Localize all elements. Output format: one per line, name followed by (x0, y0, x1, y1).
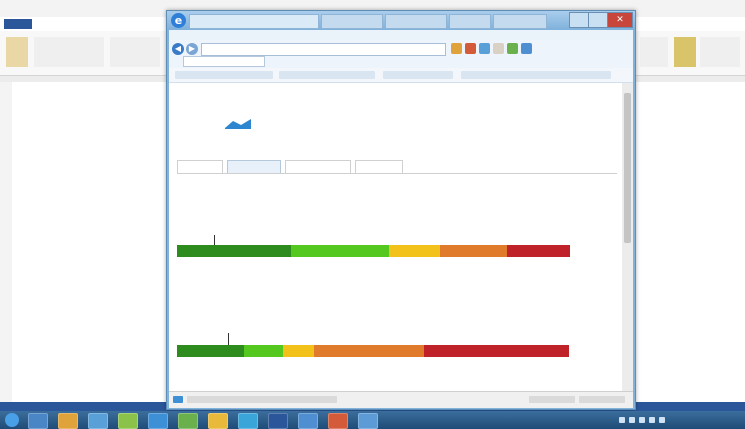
favorites-item[interactable] (175, 71, 273, 79)
scale-segment (314, 345, 424, 357)
word-tab[interactable] (680, 19, 720, 29)
forward-icon[interactable]: ▶ (186, 43, 198, 55)
ribbon-group (700, 37, 740, 67)
site-logo[interactable] (177, 103, 251, 133)
browser-tab[interactable] (189, 14, 319, 29)
close-button[interactable]: ✕ (607, 12, 633, 28)
scale-segment (440, 245, 507, 257)
scale-segment (283, 345, 314, 357)
risk-scale-bar (177, 345, 569, 357)
start-button[interactable] (5, 413, 19, 427)
scale-segment (244, 345, 283, 357)
browser-menu-bar (169, 30, 633, 40)
word-tab[interactable] (78, 19, 108, 29)
scale-segment (177, 345, 244, 357)
ribbon-icon[interactable] (674, 37, 696, 67)
browser-tab[interactable] (449, 14, 491, 29)
scale-marker (228, 333, 229, 345)
address-bar[interactable] (201, 43, 446, 56)
home-icon[interactable] (451, 43, 462, 54)
section-description (177, 315, 537, 323)
browser-tab[interactable] (493, 14, 547, 29)
paste-icon[interactable] (6, 37, 28, 67)
intro-text (177, 187, 477, 195)
zoom-control[interactable] (579, 396, 625, 403)
status-zone (529, 396, 575, 403)
word-icon[interactable] (268, 413, 288, 429)
word-tab[interactable] (116, 19, 154, 29)
browser-tab[interactable] (321, 14, 383, 29)
tray-icon[interactable] (659, 417, 665, 423)
font-group (110, 37, 160, 67)
page-tab-active[interactable] (227, 160, 281, 173)
tray-icon[interactable] (619, 417, 625, 423)
favorites-item[interactable] (461, 71, 611, 79)
risk-scale-bar (177, 245, 570, 257)
favorites-item[interactable] (383, 71, 453, 79)
favorites-item[interactable] (279, 71, 375, 79)
web-page (169, 83, 622, 391)
scale-segment (413, 245, 440, 257)
app-icon[interactable] (328, 413, 348, 429)
folder-icon[interactable] (208, 413, 228, 429)
scale-segment (507, 245, 570, 257)
scale-marker (214, 235, 215, 245)
page-tab[interactable] (285, 160, 351, 173)
back-icon[interactable]: ◀ (172, 43, 184, 55)
browser-title-bar: e ✕ (167, 11, 635, 30)
scrollbar-thumb[interactable] (624, 93, 631, 243)
tools-icon[interactable] (521, 43, 532, 54)
search-input[interactable] (183, 56, 265, 67)
system-tray (619, 414, 739, 426)
scale-segment (389, 245, 413, 257)
ribbon-group (640, 37, 668, 67)
page-tab[interactable] (355, 160, 403, 173)
word-tab[interactable] (640, 19, 670, 29)
page-scrollbar[interactable] (622, 83, 633, 391)
mail-icon[interactable] (493, 43, 504, 54)
browser-icon[interactable] (148, 413, 168, 429)
tray-icon[interactable] (649, 417, 655, 423)
browser-tab[interactable] (385, 14, 447, 29)
app-icon[interactable] (178, 413, 198, 429)
maximize-button[interactable] (588, 12, 608, 28)
favorites-icon[interactable] (465, 43, 476, 54)
minimize-button[interactable] (569, 12, 589, 28)
page-tab[interactable] (177, 160, 223, 173)
app-icon[interactable] (118, 413, 138, 429)
print-icon[interactable] (507, 43, 518, 54)
status-text (187, 396, 337, 403)
browser-window: e ✕ ◀ ▶ (166, 10, 636, 410)
scale-segment (291, 245, 389, 257)
page-tab-bar (177, 159, 617, 174)
status-icon (173, 396, 183, 403)
favorites-bar (169, 68, 633, 83)
media-player-icon[interactable] (58, 413, 78, 429)
logo-wave-icon (225, 119, 251, 129)
app-icon[interactable] (238, 413, 258, 429)
browser-status-bar (169, 391, 633, 408)
windows-taskbar (0, 411, 745, 429)
app-icon[interactable] (298, 413, 318, 429)
app-icon[interactable] (358, 413, 378, 429)
browser-toolbar: ◀ ▶ (169, 40, 633, 69)
feeds-icon[interactable] (479, 43, 490, 54)
internet-explorer-icon: e (171, 13, 186, 28)
network-icon[interactable] (88, 413, 108, 429)
section-description (177, 217, 537, 225)
scale-segment (177, 245, 291, 257)
clipboard-group (34, 37, 104, 67)
word-tab[interactable] (40, 19, 70, 29)
tray-icon[interactable] (639, 417, 645, 423)
word-tab-file[interactable] (4, 19, 32, 29)
scale-segment (424, 345, 569, 357)
tray-icon[interactable] (629, 417, 635, 423)
explorer-icon[interactable] (28, 413, 48, 429)
